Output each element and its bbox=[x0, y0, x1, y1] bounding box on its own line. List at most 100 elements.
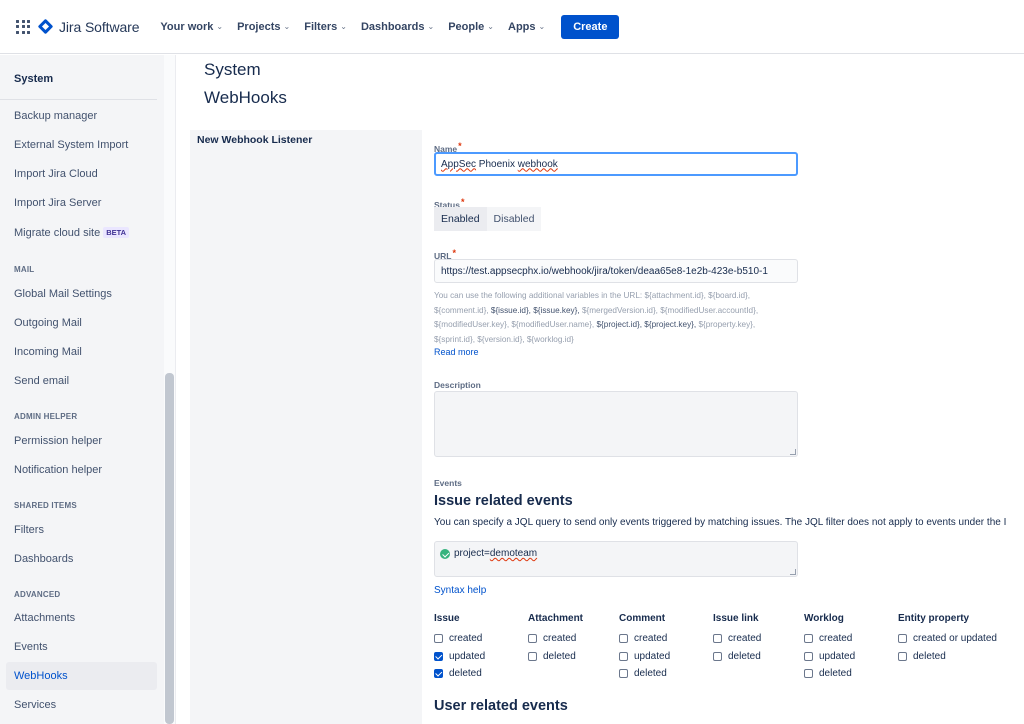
url-input[interactable]: https://test.appsecphx.io/webhook/jira/t… bbox=[434, 259, 798, 283]
event-option[interactable]: updated bbox=[434, 648, 485, 666]
checkbox[interactable] bbox=[804, 651, 813, 661]
event-option[interactable]: deleted bbox=[619, 665, 670, 683]
event-option-label: deleted bbox=[449, 668, 482, 680]
event-option[interactable]: deleted bbox=[528, 648, 583, 666]
sidebar-item-incoming-mail[interactable]: Incoming Mail bbox=[14, 346, 82, 358]
jira-diamond-icon bbox=[37, 18, 54, 35]
event-option-label: updated bbox=[634, 650, 671, 662]
nav-label: Filters bbox=[304, 20, 338, 33]
sidebar-item-dashboards[interactable]: Dashboards bbox=[14, 553, 73, 565]
help-variable: ${issue.key}, bbox=[533, 305, 582, 315]
sidebar-item-webhooks[interactable]: WebHooks bbox=[14, 670, 68, 682]
resize-handle-icon[interactable] bbox=[790, 449, 796, 455]
nav-your-work[interactable]: Your work ⌄ bbox=[160, 21, 223, 33]
help-variable: ${version.id}, bbox=[477, 335, 527, 345]
form-left-panel bbox=[190, 130, 422, 724]
events-label: Events bbox=[434, 478, 462, 488]
required-asterisk: * bbox=[458, 141, 462, 151]
event-option[interactable]: created bbox=[619, 630, 670, 648]
chevron-down-icon: ⌄ bbox=[487, 22, 494, 31]
syntax-help-link[interactable]: Syntax help bbox=[434, 585, 486, 596]
event-column-title: Worklog bbox=[804, 613, 844, 624]
nav-people[interactable]: People ⌄ bbox=[448, 21, 494, 33]
help-variable: ${project.id}, bbox=[596, 320, 645, 330]
checkbox[interactable] bbox=[434, 634, 443, 644]
event-option[interactable]: created or updated bbox=[898, 630, 997, 648]
event-option[interactable]: created bbox=[713, 630, 761, 648]
jira-logo[interactable]: Jira Software bbox=[37, 18, 140, 35]
event-option-label: deleted bbox=[913, 650, 946, 662]
checkbox[interactable] bbox=[528, 651, 537, 661]
nav-apps[interactable]: Apps ⌄ bbox=[508, 21, 545, 33]
name-value-part: AppSec bbox=[441, 158, 477, 170]
event-option[interactable]: created bbox=[804, 630, 855, 648]
event-option[interactable]: deleted bbox=[713, 648, 761, 666]
event-option[interactable]: deleted bbox=[898, 648, 997, 666]
event-option[interactable]: deleted bbox=[434, 665, 485, 683]
sidebar-item-import-jira-cloud[interactable]: Import Jira Cloud bbox=[14, 168, 98, 180]
checkbox[interactable] bbox=[434, 651, 443, 661]
help-variable: ${modifiedUser.accountId}, bbox=[660, 305, 759, 315]
sidebar-item-label: Migrate cloud site bbox=[14, 227, 101, 239]
event-option[interactable]: updated bbox=[804, 648, 855, 666]
create-button[interactable]: Create bbox=[561, 14, 620, 39]
status-toggle: Enabled Disabled bbox=[434, 207, 542, 231]
event-option-label: created or updated bbox=[913, 633, 997, 645]
event-option[interactable]: created bbox=[434, 630, 485, 648]
checkbox[interactable] bbox=[619, 634, 628, 644]
chevron-down-icon: ⌄ bbox=[427, 22, 435, 31]
read-more-link[interactable]: Read more bbox=[434, 347, 479, 357]
sidebar-item-send-email[interactable]: Send email bbox=[14, 375, 69, 387]
event-option-label: created bbox=[449, 633, 483, 645]
sidebar-item-notification-helper[interactable]: Notification helper bbox=[14, 464, 102, 476]
checkbox[interactable] bbox=[619, 651, 628, 661]
nav-label: Projects bbox=[237, 20, 281, 33]
panel-title: New Webhook Listener bbox=[197, 134, 313, 146]
checkbox[interactable] bbox=[713, 651, 722, 661]
event-option[interactable]: created bbox=[528, 630, 583, 648]
nav-filters[interactable]: Filters ⌄ bbox=[304, 21, 347, 33]
resize-handle-icon[interactable] bbox=[790, 569, 796, 575]
sidebar-item-filters[interactable]: Filters bbox=[14, 524, 44, 536]
nav-projects[interactable]: Projects ⌄ bbox=[237, 21, 290, 33]
sidebar-item-import-jira-server[interactable]: Import Jira Server bbox=[14, 197, 101, 209]
help-variable: ${property.key}, bbox=[698, 320, 756, 330]
nav-dashboards[interactable]: Dashboards ⌄ bbox=[361, 21, 434, 33]
status-enabled-button[interactable]: Enabled bbox=[434, 207, 487, 231]
sidebar-item-backup-manager[interactable]: Backup manager bbox=[14, 110, 97, 122]
checkbox[interactable] bbox=[804, 634, 813, 644]
event-option[interactable]: updated bbox=[619, 648, 670, 666]
sidebar-item-global-mail-settings[interactable]: Global Mail Settings bbox=[14, 288, 112, 300]
check-circle-icon bbox=[440, 549, 450, 559]
name-input[interactable]: AppSec Phoenix webhook bbox=[434, 152, 798, 176]
sidebar-scrollbar-thumb[interactable] bbox=[165, 373, 174, 724]
url-help-text: You can use the following additional var… bbox=[434, 289, 796, 348]
event-column-title: Comment bbox=[619, 613, 666, 624]
sidebar-item-permission-helper[interactable]: Permission helper bbox=[14, 435, 102, 447]
help-variable: ${comment.id}, bbox=[434, 305, 491, 315]
app-switcher-icon[interactable] bbox=[16, 19, 30, 34]
sidebar-item-services[interactable]: Services bbox=[14, 699, 56, 711]
chevron-down-icon: ⌄ bbox=[340, 22, 347, 31]
help-variable: ${board.id}, bbox=[708, 291, 751, 300]
checkbox[interactable] bbox=[713, 634, 722, 644]
checkbox[interactable] bbox=[804, 669, 813, 679]
checkbox[interactable] bbox=[619, 669, 628, 679]
jql-input[interactable]: project=demoteam bbox=[434, 541, 798, 577]
status-disabled-button[interactable]: Disabled bbox=[486, 207, 542, 231]
nav-label: Your work bbox=[160, 20, 214, 33]
checkbox[interactable] bbox=[434, 669, 443, 679]
event-option-label: updated bbox=[819, 650, 856, 662]
event-column-issue-link: Issue link created deleted bbox=[713, 613, 761, 665]
checkbox[interactable] bbox=[898, 634, 907, 644]
required-asterisk: * bbox=[460, 197, 465, 207]
sidebar-item-external-system-import[interactable]: External System Import bbox=[14, 139, 128, 151]
description-textarea[interactable] bbox=[434, 391, 798, 457]
sidebar-item-events[interactable]: Events bbox=[14, 641, 48, 653]
checkbox[interactable] bbox=[528, 634, 537, 644]
event-option[interactable]: deleted bbox=[804, 665, 855, 683]
checkbox[interactable] bbox=[898, 651, 907, 661]
sidebar-item-attachments[interactable]: Attachments bbox=[14, 612, 75, 624]
sidebar-item-migrate-cloud-site[interactable]: Migrate cloud site BETA bbox=[14, 227, 130, 239]
sidebar-item-outgoing-mail[interactable]: Outgoing Mail bbox=[14, 317, 82, 329]
